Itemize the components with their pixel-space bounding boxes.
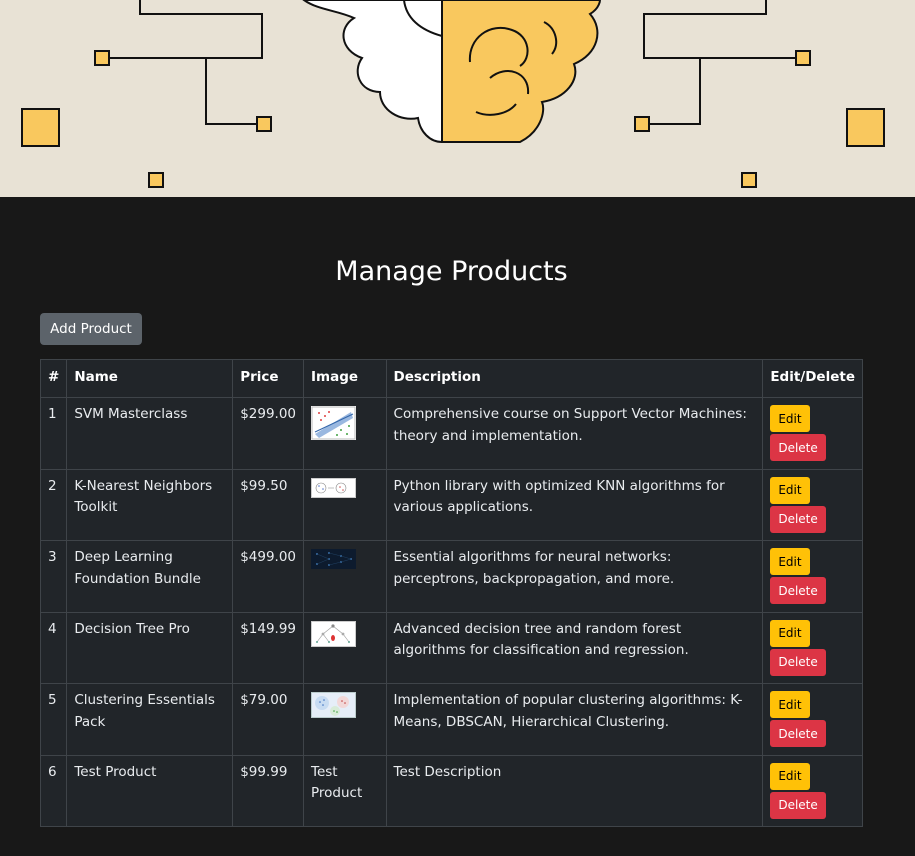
delete-button[interactable]: Delete bbox=[770, 648, 826, 676]
product-price: $99.99 bbox=[232, 754, 305, 827]
table-row: 3 Deep Learning Foundation Bundle $499.0… bbox=[39, 540, 863, 613]
actions-cell: Edit Delete bbox=[762, 397, 863, 470]
row-number: 2 bbox=[39, 468, 68, 541]
page-title: Manage Products bbox=[335, 256, 568, 287]
table-row: 6 Test Product $99.99 Test Product Test … bbox=[39, 754, 863, 827]
product-price: $299.00 bbox=[232, 397, 305, 470]
brain-circuit-illustration bbox=[21, 0, 885, 188]
product-name: Deep Learning Foundation Bundle bbox=[66, 540, 234, 613]
product-description: Essential algorithms for neural networks… bbox=[385, 540, 764, 613]
header-description: Description bbox=[385, 359, 764, 398]
edit-button[interactable]: Edit bbox=[770, 405, 810, 432]
products-table: # Name Price Image Description Edit/Dele… bbox=[39, 359, 863, 827]
product-image-cell bbox=[303, 683, 387, 756]
delete-button[interactable]: Delete bbox=[770, 434, 826, 461]
delete-button[interactable]: Delete bbox=[770, 791, 826, 819]
product-price: $149.99 bbox=[232, 611, 305, 684]
table-header-row: # Name Price Image Description Edit/Dele… bbox=[39, 359, 863, 398]
product-image-cell bbox=[303, 611, 387, 684]
table-row: 2 K-Nearest Neighbors Toolkit $99.50 Pyt… bbox=[39, 468, 863, 541]
product-image-cell bbox=[303, 397, 387, 470]
product-name: SVM Masterclass bbox=[66, 397, 234, 470]
product-price: $499.00 bbox=[232, 540, 305, 613]
product-image-cell bbox=[303, 540, 387, 613]
actions-cell: Edit Delete bbox=[762, 468, 863, 541]
delete-button[interactable]: Delete bbox=[770, 505, 826, 533]
actions-cell: Edit Delete bbox=[762, 754, 863, 827]
product-image-svm-plot bbox=[311, 406, 357, 440]
product-image-clusters bbox=[311, 692, 357, 726]
hero-banner bbox=[0, 0, 915, 197]
product-description: Comprehensive course on Support Vector M… bbox=[385, 397, 764, 470]
row-number: 5 bbox=[39, 683, 68, 756]
edit-button[interactable]: Edit bbox=[770, 476, 810, 504]
header-number: # bbox=[39, 359, 68, 398]
row-number: 6 bbox=[39, 754, 68, 827]
row-number: 1 bbox=[39, 397, 68, 470]
header-name: Name bbox=[66, 359, 234, 398]
row-number: 3 bbox=[39, 540, 68, 613]
header-actions: Edit/Delete bbox=[762, 359, 863, 398]
add-product-button[interactable]: Add Product bbox=[40, 313, 142, 345]
product-image-knn-diagram bbox=[311, 477, 357, 498]
actions-cell: Edit Delete bbox=[762, 540, 863, 613]
product-description: Test Description bbox=[385, 754, 764, 827]
row-number: 4 bbox=[39, 611, 68, 684]
product-description: Implementation of popular clustering alg… bbox=[385, 683, 764, 756]
product-description: Python library with optimized KNN algori… bbox=[385, 468, 764, 541]
edit-button[interactable]: Edit bbox=[770, 691, 810, 718]
edit-button[interactable]: Edit bbox=[770, 762, 810, 790]
product-image-cell bbox=[303, 468, 387, 541]
delete-button[interactable]: Delete bbox=[770, 577, 826, 604]
product-price: $99.50 bbox=[232, 468, 305, 541]
actions-cell: Edit Delete bbox=[762, 683, 863, 756]
edit-button[interactable]: Edit bbox=[770, 619, 810, 647]
product-image-neural-net bbox=[311, 549, 357, 569]
product-image-alt-text: Test Product bbox=[303, 754, 387, 827]
header-image: Image bbox=[303, 359, 387, 398]
product-name: Test Product bbox=[66, 754, 234, 827]
edit-button[interactable]: Edit bbox=[770, 548, 810, 575]
product-name: Decision Tree Pro bbox=[66, 611, 234, 684]
product-description: Advanced decision tree and random forest… bbox=[385, 611, 764, 684]
table-row: 5 Clustering Essentials Pack $79.00 Impl… bbox=[39, 683, 863, 756]
actions-cell: Edit Delete bbox=[762, 611, 863, 684]
product-name: K-Nearest Neighbors Toolkit bbox=[66, 468, 234, 541]
delete-button[interactable]: Delete bbox=[770, 720, 826, 747]
product-price: $79.00 bbox=[232, 683, 305, 756]
header-price: Price bbox=[232, 359, 305, 398]
table-row: 4 Decision Tree Pro $149.99 Advanced dec… bbox=[39, 611, 863, 684]
product-name: Clustering Essentials Pack bbox=[66, 683, 234, 756]
product-image-decision-tree bbox=[311, 620, 357, 655]
table-row: 1 SVM Masterclass $299.00 Comprehensive … bbox=[39, 397, 863, 470]
